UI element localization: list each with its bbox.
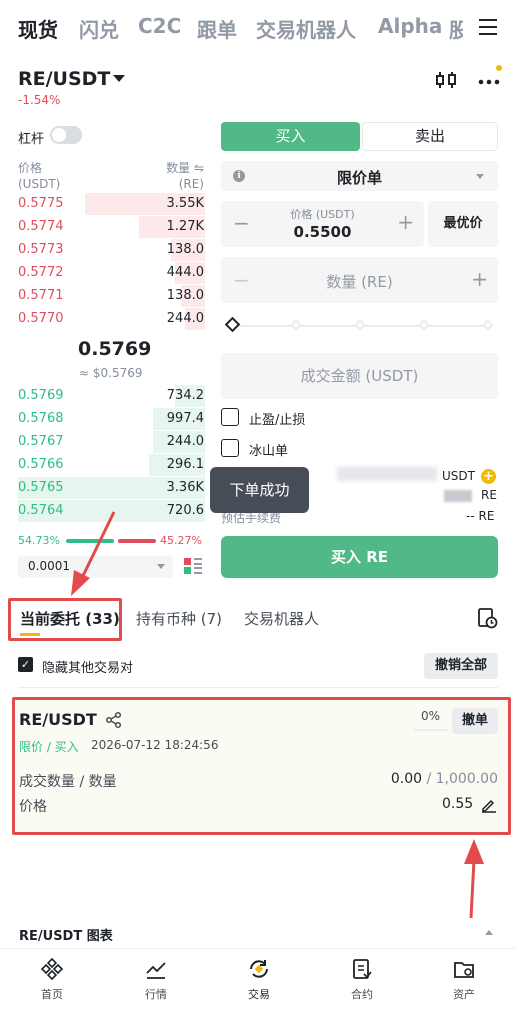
price-change: -1.54% (18, 93, 61, 107)
ask-row[interactable]: 0.5773 138.0 (18, 239, 205, 261)
sell-ratio: 45.27% (160, 534, 202, 547)
bid-row[interactable]: 0.5767 244.0 (18, 431, 205, 453)
more-icon[interactable] (476, 70, 502, 90)
max-buy-blurred (444, 490, 472, 502)
total-input[interactable]: 成交金额 (USDT) (221, 353, 498, 399)
orderbook-layout-icon[interactable] (183, 557, 203, 575)
annotation-arrow-down (464, 839, 484, 919)
slider-step-25[interactable] (290, 319, 302, 331)
chart-section-toggle[interactable]: RE/USDT 图表 (19, 925, 113, 944)
order-type-label: 限价单 (336, 169, 382, 187)
available-balance-blurred (337, 467, 437, 481)
ask-row[interactable]: 0.5770 244.0 (18, 308, 205, 330)
bid-row[interactable]: 0.5766 296.1 (18, 454, 205, 476)
nav-markets[interactable]: 行情 (126, 958, 186, 1002)
nav-assets[interactable]: 资产 (434, 958, 494, 1002)
nav-futures[interactable]: 合约 (332, 958, 392, 1002)
quantity-input[interactable]: − 数量 (RE) + (221, 257, 498, 303)
leverage-label: 杠杆 (18, 132, 45, 147)
chevron-down-icon (157, 564, 165, 569)
ask-row[interactable]: 0.5772 444.0 (18, 262, 205, 284)
buy-tab[interactable]: 买入 (221, 122, 360, 151)
add-funds-icon[interactable]: + (481, 469, 496, 484)
bid-row[interactable]: 0.5765 3.36K (18, 477, 205, 499)
iceberg-checkbox[interactable] (221, 439, 239, 457)
chevron-up-icon[interactable] (485, 930, 493, 935)
best-price-button[interactable]: 最优价 (428, 201, 498, 247)
tab-bots[interactable]: 交易机器人 (244, 608, 319, 629)
tp-sl-label: 止盈/止损 (249, 413, 306, 428)
annotation-arrow-up (71, 511, 116, 596)
leverage-toggle[interactable] (50, 126, 82, 144)
max-buy-currency: RE (481, 488, 497, 502)
tab-stocks[interactable]: 股 (449, 14, 463, 43)
sell-tab[interactable]: 卖出 (362, 122, 498, 151)
chevron-down-icon[interactable] (113, 75, 125, 82)
menu-icon[interactable] (477, 16, 499, 38)
bid-row[interactable]: 0.5769 734.2 (18, 385, 205, 407)
tab-trading-bots[interactable]: 交易机器人 (256, 14, 356, 43)
tab-holdings[interactable]: 持有币种 (7) (136, 608, 222, 629)
trade-icon (250, 960, 268, 978)
tab-c2c[interactable]: C2C (138, 14, 181, 38)
bid-row[interactable]: 0.5768 997.4 (18, 408, 205, 430)
tab-spot[interactable]: 现货 (18, 14, 58, 43)
futures-icon (353, 959, 372, 979)
divider (18, 687, 498, 688)
notification-dot (496, 65, 502, 71)
tab-alpha[interactable]: Alpha (378, 14, 442, 38)
price-input-label: 价格 (USDT) (290, 208, 355, 221)
slider-step-50[interactable] (354, 319, 366, 331)
hide-other-pairs-label: 隐藏其他交易对 (42, 661, 134, 676)
order-history-icon[interactable] (476, 607, 498, 629)
chevron-down-icon (476, 174, 484, 179)
top-tab-bar: 现货 闪兑 C2C 跟单 交易机器人 Alpha 股 (0, 0, 517, 56)
buy-ratio: 54.73% (18, 534, 60, 547)
candlestick-chart-icon[interactable] (435, 70, 457, 90)
wallet-icon (454, 962, 474, 978)
iceberg-label: 冰山单 (249, 444, 289, 459)
price-input[interactable]: − 价格 (USDT) 0.5500 + (221, 201, 424, 247)
cancel-all-button[interactable]: 撤销全部 (424, 653, 498, 679)
amount-slider-track[interactable] (240, 325, 492, 327)
last-price-usd: ≈ $0.5769 (79, 366, 143, 380)
nav-trade[interactable]: 交易 (229, 958, 289, 1002)
quantity-placeholder: 数量 (RE) (326, 273, 393, 291)
amount-slider-handle[interactable] (224, 316, 241, 333)
markets-icon (146, 962, 166, 979)
home-icon (41, 958, 63, 980)
buy-submit-button[interactable]: 买入 RE (221, 536, 498, 578)
slider-step-75[interactable] (418, 319, 430, 331)
slider-step-100[interactable] (482, 319, 494, 331)
last-price: 0.5769 (78, 338, 152, 360)
hide-other-pairs-checkbox[interactable]: ✓ (18, 657, 33, 672)
increase-price-button[interactable]: + (397, 210, 414, 234)
ask-row[interactable]: 0.5771 138.0 (18, 285, 205, 307)
orderbook-qty-header[interactable]: 数量 ⇋ (RE) (160, 160, 204, 192)
tp-sl-checkbox[interactable] (221, 408, 239, 426)
ask-row[interactable]: 0.5775 3.55K (18, 193, 205, 215)
nav-home[interactable]: 首页 (22, 958, 82, 1002)
sell-ratio-bar (118, 539, 156, 543)
orderbook-price-header: 价格 (USDT) (18, 161, 61, 191)
annotation-box-order (12, 697, 511, 835)
tab-convert[interactable]: 闪兑 (79, 14, 119, 43)
tab-copy-trading[interactable]: 跟单 (197, 14, 237, 43)
price-input-value[interactable]: 0.5500 (221, 223, 424, 241)
order-type-select[interactable]: i 限价单 (221, 161, 498, 191)
annotation-box-tab (8, 598, 122, 641)
ask-row[interactable]: 0.5774 1.27K (18, 216, 205, 238)
toast-message: 下单成功 (210, 467, 309, 513)
pair-selector[interactable]: RE/USDT (18, 68, 110, 90)
increase-quantity-button[interactable]: + (471, 267, 488, 291)
available-currency: USDT (442, 469, 475, 483)
fee-value: -- RE (466, 509, 495, 523)
